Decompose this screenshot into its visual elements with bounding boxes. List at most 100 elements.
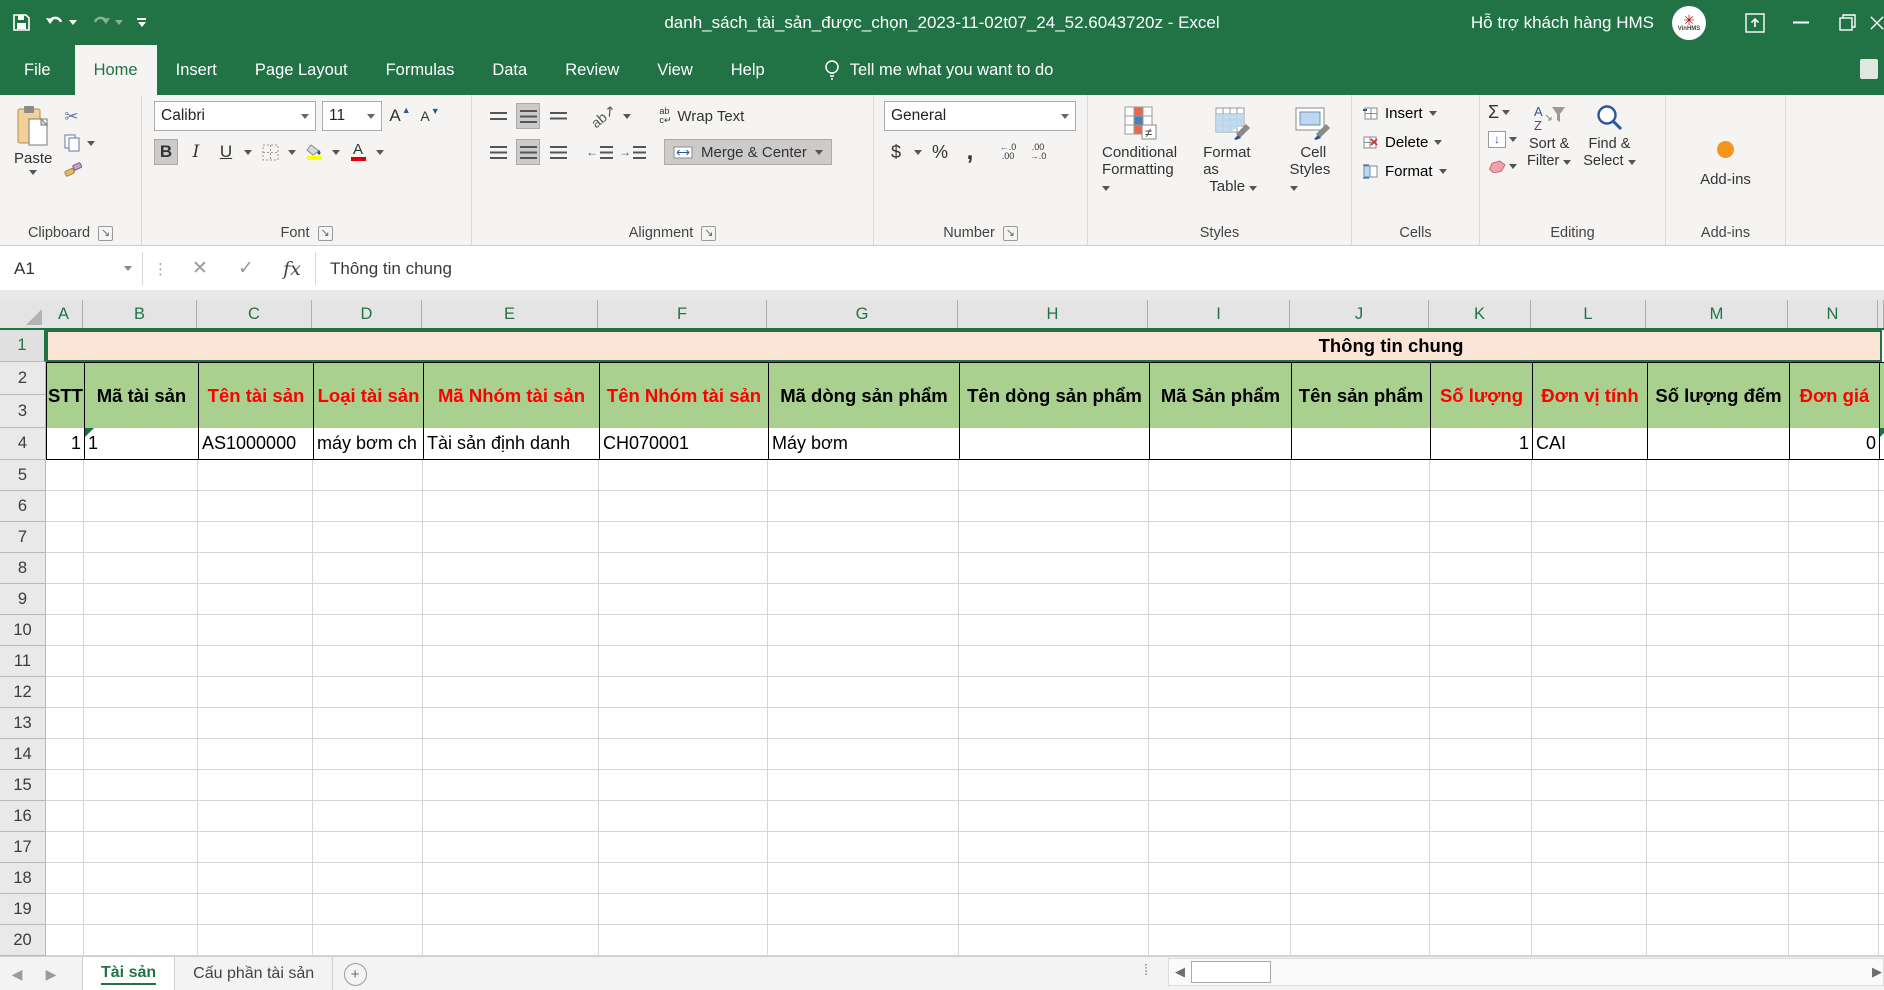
- cell-D8[interactable]: [313, 553, 423, 584]
- row-header-13[interactable]: 13: [0, 708, 46, 739]
- cell-D15[interactable]: [313, 770, 423, 801]
- cell-M14[interactable]: [1647, 739, 1789, 770]
- cell-H6[interactable]: [959, 491, 1149, 522]
- column-header-F[interactable]: F: [598, 300, 767, 328]
- cell-F20[interactable]: [599, 925, 768, 956]
- cell-H11[interactable]: [959, 646, 1149, 677]
- borders-button[interactable]: [258, 139, 282, 165]
- cell-G18[interactable]: [768, 863, 959, 894]
- merge-center-button[interactable]: Merge & Center: [664, 139, 832, 165]
- cell-N13[interactable]: [1789, 708, 1879, 739]
- cell-I4[interactable]: [1150, 428, 1292, 460]
- cell-A5[interactable]: [46, 460, 84, 491]
- cell-H17[interactable]: [959, 832, 1149, 863]
- cell-D9[interactable]: [313, 584, 423, 615]
- decrease-font-size-button[interactable]: A▼: [418, 103, 442, 129]
- column-header-L[interactable]: L: [1531, 300, 1646, 328]
- cell-N4[interactable]: 0: [1790, 428, 1880, 460]
- header-cell-E[interactable]: Mã Nhóm tài sản: [424, 363, 600, 429]
- cell-A12[interactable]: [46, 677, 84, 708]
- cell-A10[interactable]: [46, 615, 84, 646]
- cell-B9[interactable]: [84, 584, 198, 615]
- cell-K10[interactable]: [1430, 615, 1532, 646]
- tab-help[interactable]: Help: [712, 45, 784, 95]
- column-header-A[interactable]: A: [45, 300, 83, 328]
- cell-N6[interactable]: [1789, 491, 1879, 522]
- cell-A16[interactable]: [46, 801, 84, 832]
- cell-I12[interactable]: [1149, 677, 1291, 708]
- cell-I5[interactable]: [1149, 460, 1291, 491]
- cell-B4[interactable]: 1: [85, 428, 199, 460]
- cell-I20[interactable]: [1149, 925, 1291, 956]
- cell-I13[interactable]: [1149, 708, 1291, 739]
- header-cell-M[interactable]: Số lượng đếm: [1648, 363, 1790, 429]
- align-right-button[interactable]: [546, 139, 570, 165]
- cell-L16[interactable]: [1532, 801, 1647, 832]
- cell-C20[interactable]: [198, 925, 313, 956]
- cell-I16[interactable]: [1149, 801, 1291, 832]
- cell-J8[interactable]: [1291, 553, 1430, 584]
- row-header-2[interactable]: 2: [0, 362, 46, 395]
- cell-D17[interactable]: [313, 832, 423, 863]
- cell-C17[interactable]: [198, 832, 313, 863]
- cell-E15[interactable]: [423, 770, 599, 801]
- clipboard-dialog-launcher-icon[interactable]: ↘: [98, 226, 113, 241]
- cell-F10[interactable]: [599, 615, 768, 646]
- cell-J17[interactable]: [1291, 832, 1430, 863]
- font-dialog-launcher-icon[interactable]: ↘: [318, 226, 333, 241]
- cell-N20[interactable]: [1789, 925, 1879, 956]
- row-header-5[interactable]: 5: [0, 460, 46, 491]
- cell-H5[interactable]: [959, 460, 1149, 491]
- cell-J19[interactable]: [1291, 894, 1430, 925]
- row-header-4[interactable]: 4: [0, 428, 46, 460]
- cell-N10[interactable]: [1789, 615, 1879, 646]
- cell-K17[interactable]: [1430, 832, 1532, 863]
- cell-C11[interactable]: [198, 646, 313, 677]
- sort-filter-button[interactable]: AZ Sort &Filter: [1525, 101, 1573, 221]
- tab-data[interactable]: Data: [473, 45, 546, 95]
- header-cell-L[interactable]: Đơn vị tính: [1533, 363, 1648, 429]
- customize-qat-icon[interactable]: [137, 18, 146, 27]
- cell-B5[interactable]: [84, 460, 198, 491]
- cell-M19[interactable]: [1647, 894, 1789, 925]
- sheet-tab-tai-san[interactable]: Tài sản: [82, 957, 175, 990]
- cell-E17[interactable]: [423, 832, 599, 863]
- cell-A4[interactable]: 1: [47, 428, 85, 460]
- cell-A13[interactable]: [46, 708, 84, 739]
- cell-M16[interactable]: [1647, 801, 1789, 832]
- cell-I11[interactable]: [1149, 646, 1291, 677]
- header-cell-I[interactable]: Mã Sản phẩm: [1150, 363, 1292, 429]
- cell-C6[interactable]: [198, 491, 313, 522]
- column-header-C[interactable]: C: [197, 300, 312, 328]
- column-header-J[interactable]: J: [1290, 300, 1429, 328]
- cell-N9[interactable]: [1789, 584, 1879, 615]
- cell-E5[interactable]: [423, 460, 599, 491]
- cell-F13[interactable]: [599, 708, 768, 739]
- cell-K5[interactable]: [1430, 460, 1532, 491]
- cell-D10[interactable]: [313, 615, 423, 646]
- cell-L11[interactable]: [1532, 646, 1647, 677]
- row-header-10[interactable]: 10: [0, 615, 46, 646]
- format-cells-button[interactable]: Format: [1362, 159, 1473, 183]
- cell-F6[interactable]: [599, 491, 768, 522]
- cell-G6[interactable]: [768, 491, 959, 522]
- cell-I14[interactable]: [1149, 739, 1291, 770]
- insert-function-icon[interactable]: fx: [269, 246, 315, 291]
- cell-L9[interactable]: [1532, 584, 1647, 615]
- cell-K18[interactable]: [1430, 863, 1532, 894]
- cell-H7[interactable]: [959, 522, 1149, 553]
- cell-E4[interactable]: Tài sản định danh: [424, 428, 600, 460]
- cell-H9[interactable]: [959, 584, 1149, 615]
- cell-B13[interactable]: [84, 708, 198, 739]
- cell-M6[interactable]: [1647, 491, 1789, 522]
- minimize-button[interactable]: [1778, 0, 1824, 45]
- cell-M12[interactable]: [1647, 677, 1789, 708]
- cell-H18[interactable]: [959, 863, 1149, 894]
- cell-C14[interactable]: [198, 739, 313, 770]
- cell-F12[interactable]: [599, 677, 768, 708]
- formula-content[interactable]: Thông tin chung: [316, 246, 452, 291]
- cell-K7[interactable]: [1430, 522, 1532, 553]
- row-header-8[interactable]: 8: [0, 553, 46, 584]
- cell-K6[interactable]: [1430, 491, 1532, 522]
- cell-E11[interactable]: [423, 646, 599, 677]
